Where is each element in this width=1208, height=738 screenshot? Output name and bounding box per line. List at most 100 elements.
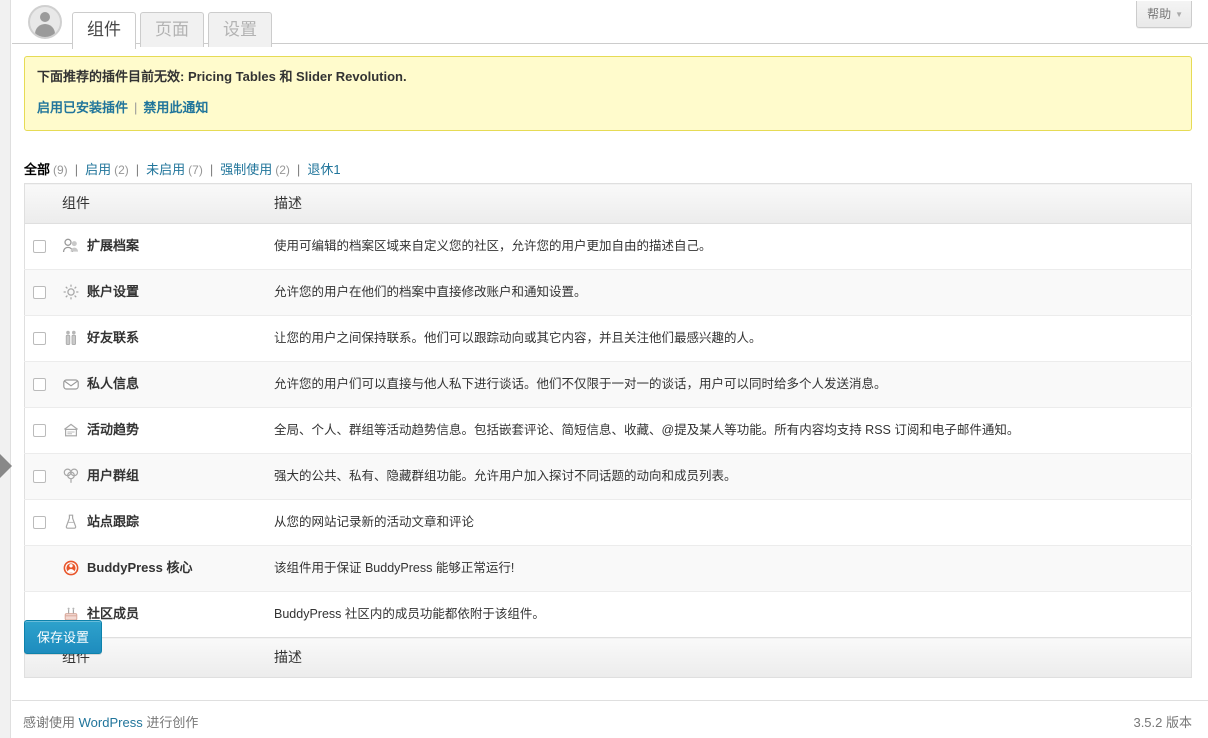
column-header-checkbox (24, 183, 54, 224)
table-row: 好友联系 让您的用户之间保持联系。他们可以跟踪动向或其它内容，并且关注他们最感兴… (24, 315, 1192, 362)
filter-links: 全部 (9) | 启用 (2) | 未启用 (7) | 强制使用 (2) | 退休1 (24, 159, 341, 178)
row-checkbox-cell (25, 500, 55, 546)
table-row: 账户设置 允许您的用户在他们的档案中直接修改账户和通知设置。 (24, 269, 1192, 316)
row-checkbox[interactable] (33, 516, 46, 530)
avatar-body-shape (35, 24, 55, 37)
left-gutter (0, 0, 11, 738)
private-messaging-envelope-icon (62, 375, 80, 393)
table-body: 扩展档案 使用可编辑的档案区域来自定义您的社区，允许您的用户更加自由的描述自己。 (24, 224, 1192, 638)
tab-settings[interactable]: 设置 (208, 12, 272, 47)
row-name-cell: BuddyPress 核心 (54, 546, 266, 592)
component-description: 使用可编辑的档案区域来自定义您的社区，允许您的用户更加自由的描述自己。 (274, 238, 712, 253)
tab-pages-label: 页面 (155, 20, 189, 39)
row-checkbox[interactable] (33, 286, 46, 300)
dismiss-notice-link[interactable]: 禁用此通知 (143, 100, 208, 115)
components-table: 组件 描述 扩展档案 使用可编辑的档案区域来自定义您的社区，允许您的用户更加自由… (24, 183, 1192, 678)
column-footer-description: 描述 (266, 637, 1192, 678)
save-settings-button[interactable]: 保存设置 (24, 620, 103, 654)
row-checkbox-cell (25, 270, 55, 316)
buddypress-core-icon (62, 559, 80, 577)
filter-item-active: 启用 (2) (85, 162, 129, 177)
component-description: 全局、个人、群组等活动趋势信息。包括嵌套评论、简短信息、收藏、@提及某人等功能。… (274, 422, 1020, 437)
tab-pages[interactable]: 页面 (140, 12, 204, 47)
user-groups-balloon-icon (62, 467, 80, 485)
wordpress-link[interactable]: WordPress (79, 715, 143, 730)
row-checkbox-cell (25, 224, 55, 270)
plugin-notice: 下面推荐的插件目前无效: Pricing Tables 和 Slider Rev… (24, 56, 1192, 131)
row-name-cell: 活动趋势 (54, 408, 266, 454)
row-name-cell: 账户设置 (54, 270, 266, 316)
row-checkbox-cell (25, 454, 55, 500)
filter-link-retired[interactable]: 退休 (307, 162, 333, 177)
component-name: 私人信息 (87, 376, 140, 392)
filter-item-retired: 退休1 (307, 162, 340, 177)
notice-separator: | (134, 99, 138, 115)
filter-link-mustuse[interactable]: 强制使用 (220, 162, 272, 177)
plugin-notice-actions: 启用已安装插件 | 禁用此通知 (37, 97, 1179, 116)
row-checkbox[interactable] (33, 424, 46, 438)
filter-divider: | (74, 162, 79, 177)
table-row: BuddyPress 核心 该组件用于保证 BuddyPress 能够正常运行! (24, 545, 1192, 592)
component-name: 站点跟踪 (87, 514, 140, 530)
site-tracking-icon (62, 513, 80, 531)
component-description: 从您的网站记录新的活动文章和评论 (274, 514, 475, 529)
component-description: BuddyPress 社区内的成员功能都依附于该组件。 (274, 606, 545, 621)
component-description: 强大的公共、私有、隐藏群组功能。允许用户加入探讨不同话题的动向和成员列表。 (274, 468, 737, 483)
row-checkbox[interactable] (33, 240, 46, 254)
row-checkbox-cell (25, 546, 55, 592)
component-name: 好友联系 (87, 330, 140, 346)
activate-installed-plugins-link[interactable]: 启用已安装插件 (37, 100, 128, 115)
admin-page: 组件 页面 设置 帮助 ▼ 下面推荐的插件目前无效: Pricing Tables… (0, 0, 1208, 738)
row-checkbox-cell (25, 362, 55, 408)
avatar (28, 5, 62, 39)
filter-link-inactive[interactable]: 未启用 (146, 162, 185, 177)
filter-item-mustuse: 强制使用 (2) (220, 162, 290, 177)
row-checkbox[interactable] (33, 332, 46, 346)
footer-thanks-prefix: 感谢使用 (23, 715, 76, 730)
help-button-label: 帮助 (1147, 7, 1172, 21)
table-row: 站点跟踪 从您的网站记录新的活动文章和评论 (24, 499, 1192, 546)
filter-link-all[interactable]: 全部 (24, 162, 50, 177)
filter-item-all: 全部 (9) (24, 162, 68, 177)
filter-divider: | (296, 162, 301, 177)
row-checkbox-cell (25, 316, 55, 362)
component-name: 活动趋势 (87, 422, 140, 438)
avatar-head-shape (40, 12, 50, 22)
filter-divider: | (209, 162, 214, 177)
tab-settings-label: 设置 (223, 20, 257, 39)
row-name-cell: 用户群组 (54, 454, 266, 500)
tab-components[interactable]: 组件 (72, 12, 136, 49)
component-name: 账户设置 (87, 284, 140, 300)
table-foot: 组件 描述 (24, 637, 1192, 678)
table-row: 社区成员 BuddyPress 社区内的成员功能都依附于该组件。 (24, 591, 1192, 638)
admin-footer: 感谢使用 WordPress 进行创作 3.5.2 版本 (12, 700, 1208, 738)
component-description: 让您的用户之间保持联系。他们可以跟踪动向或其它内容，并且关注他们最感兴趣的人。 (274, 330, 762, 345)
table-header-row: 组件 描述 (24, 183, 1192, 224)
tab-components-label: 组件 (87, 20, 121, 39)
filter-count-all: (9) (53, 163, 68, 177)
footer-version: 3.5.2 版本 (1133, 715, 1192, 730)
component-description: 允许您的用户在他们的档案中直接修改账户和通知设置。 (274, 284, 587, 299)
user-avatar-icon (28, 5, 62, 39)
row-name-cell: 扩展档案 (54, 224, 266, 270)
row-checkbox[interactable] (33, 378, 46, 392)
tab-bar: 组件 页面 设置 帮助 ▼ (12, 0, 1208, 49)
component-name: BuddyPress 核心 (87, 560, 193, 576)
table-row: 私人信息 允许您的用户们可以直接与他人私下进行谈话。他们不仅限于一对一的谈话，用… (24, 361, 1192, 408)
footer-credit: 感谢使用 WordPress 进行创作 (23, 712, 198, 731)
sidebar-collapse-arrow-icon[interactable] (0, 454, 12, 478)
account-settings-gear-icon (62, 283, 80, 301)
column-header-description: 描述 (266, 183, 1192, 224)
chevron-down-icon: ▼ (1175, 10, 1183, 20)
filter-item-inactive: 未启用 (7) (146, 162, 203, 177)
help-button[interactable]: 帮助 ▼ (1136, 1, 1192, 28)
table-footer-row: 组件 描述 (24, 637, 1192, 678)
nav-tabs: 组件 页面 设置 (72, 11, 276, 49)
filter-link-active[interactable]: 启用 (85, 162, 111, 177)
filter-divider: | (135, 162, 140, 177)
row-checkbox[interactable] (33, 470, 46, 484)
table-row: 用户群组 强大的公共、私有、隐藏群组功能。允许用户加入探讨不同话题的动向和成员列… (24, 453, 1192, 500)
component-description: 该组件用于保证 BuddyPress 能够正常运行! (274, 560, 515, 575)
filter-count-inactive: (7) (188, 163, 203, 177)
plugin-notice-message: 下面推荐的插件目前无效: Pricing Tables 和 Slider Rev… (37, 69, 407, 84)
